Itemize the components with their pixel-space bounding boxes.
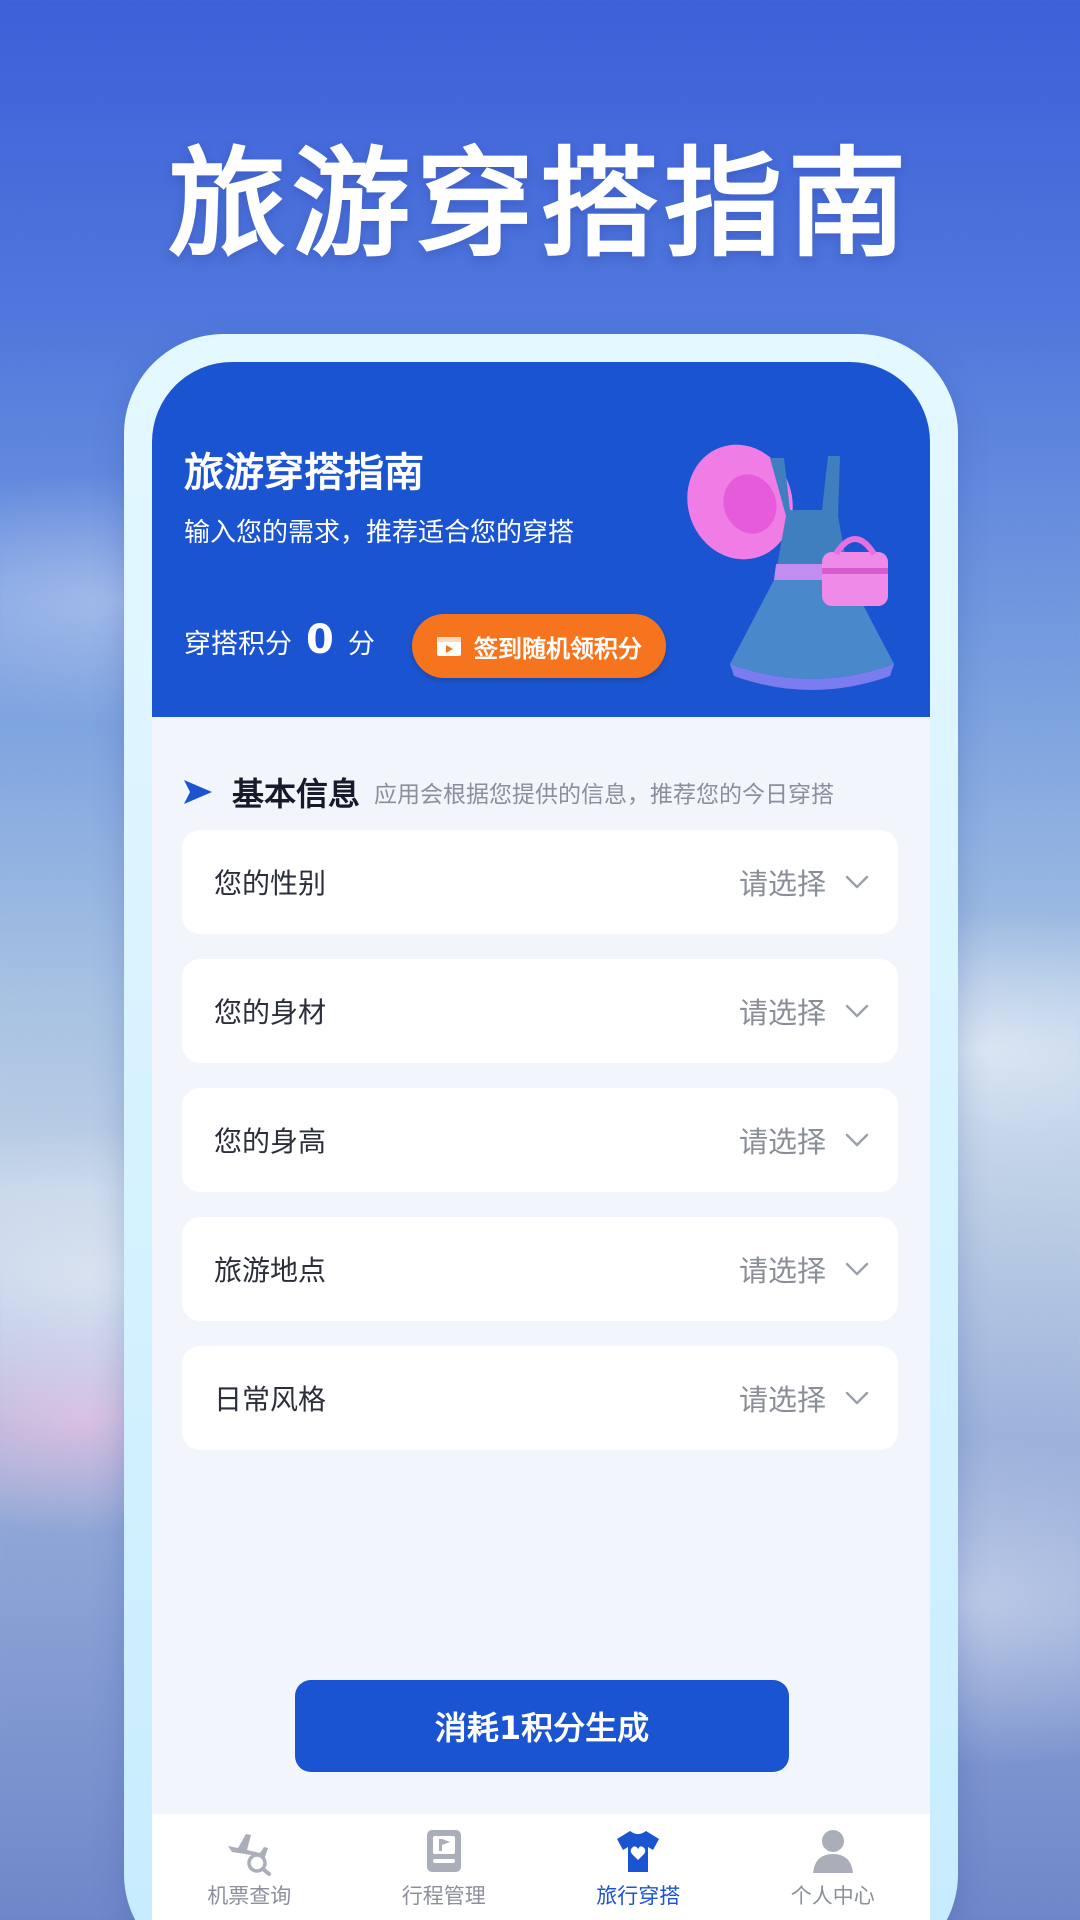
plane-search-icon bbox=[228, 1834, 272, 1876]
chevron-down-icon bbox=[845, 1133, 869, 1147]
hero-title: 旅游穿搭指南 bbox=[167, 135, 912, 273]
checkin-label: 签到随机领积分 bbox=[474, 634, 642, 663]
banner-subtitle: 输入您的需求，推荐适合您的穿搭 bbox=[184, 518, 575, 548]
points-display: 穿搭积分 0 分 bbox=[184, 617, 375, 663]
section-title: 基本信息 bbox=[232, 775, 361, 813]
itinerary-icon bbox=[426, 1830, 461, 1872]
chevron-down-icon bbox=[845, 1262, 869, 1276]
banner-title: 旅游穿搭指南 bbox=[184, 450, 424, 496]
field-value: 请选择 bbox=[738, 996, 826, 1030]
select-destination[interactable]: 旅游地点 请选择 bbox=[182, 1217, 898, 1321]
field-label: 旅游地点 bbox=[214, 1254, 327, 1287]
tab-flight-search[interactable]: 机票查询 bbox=[152, 1814, 347, 1920]
points-unit: 分 bbox=[347, 629, 375, 660]
field-label: 日常风格 bbox=[214, 1383, 327, 1416]
field-value: 请选择 bbox=[738, 1125, 826, 1159]
dress-illustration bbox=[687, 444, 894, 690]
header-banner: 旅游穿搭指南 输入您的需求，推荐适合您的穿搭 穿搭积分 0 分 签到随机领积分 bbox=[152, 362, 930, 717]
field-label: 您的身材 bbox=[214, 996, 327, 1029]
bottom-tab-bar: 机票查询 行程管理 旅行穿搭 个人中心 bbox=[152, 1814, 930, 1920]
field-value: 请选择 bbox=[738, 867, 826, 901]
app-screen: 旅游穿搭指南 输入您的需求，推荐适合您的穿搭 穿搭积分 0 分 签到随机领积分 bbox=[152, 362, 930, 1920]
tshirt-heart-icon bbox=[617, 1831, 660, 1872]
chevron-down-icon bbox=[845, 1004, 869, 1018]
field-value: 请选择 bbox=[738, 1254, 826, 1288]
video-play-icon bbox=[437, 637, 461, 656]
points-label: 穿搭积分 bbox=[184, 629, 292, 660]
chevron-down-icon bbox=[845, 875, 869, 889]
field-label: 您的性别 bbox=[214, 867, 327, 900]
select-daily-style[interactable]: 日常风格 请选择 bbox=[182, 1346, 898, 1450]
tab-label: 旅行穿搭 bbox=[596, 1884, 681, 1908]
select-gender[interactable]: 您的性别 请选择 bbox=[182, 830, 898, 934]
select-height[interactable]: 您的身高 请选择 bbox=[182, 1088, 898, 1192]
person-icon bbox=[812, 1830, 853, 1873]
tab-profile[interactable]: 个人中心 bbox=[736, 1814, 931, 1920]
tab-itinerary[interactable]: 行程管理 bbox=[347, 1814, 542, 1920]
tab-label: 行程管理 bbox=[401, 1884, 486, 1908]
points-value: 0 bbox=[306, 617, 334, 663]
field-value: 请选择 bbox=[738, 1383, 826, 1417]
tab-travel-outfit[interactable]: 旅行穿搭 bbox=[541, 1814, 736, 1920]
tab-label: 个人中心 bbox=[790, 1884, 875, 1908]
checkin-button[interactable]: 签到随机领积分 bbox=[412, 614, 666, 678]
field-label: 您的身高 bbox=[214, 1125, 327, 1158]
section-description: 应用会根据您提供的信息，推荐您的今日穿搭 bbox=[374, 782, 835, 808]
chevron-down-icon bbox=[845, 1391, 869, 1405]
tab-label: 机票查询 bbox=[207, 1884, 292, 1908]
select-body-shape[interactable]: 您的身材 请选择 bbox=[182, 959, 898, 1063]
generate-button[interactable]: 消耗1积分生成 bbox=[295, 1680, 789, 1772]
send-arrow-icon bbox=[184, 780, 212, 804]
section-header: 基本信息 应用会根据您提供的信息，推荐您的今日穿搭 bbox=[182, 767, 902, 817]
